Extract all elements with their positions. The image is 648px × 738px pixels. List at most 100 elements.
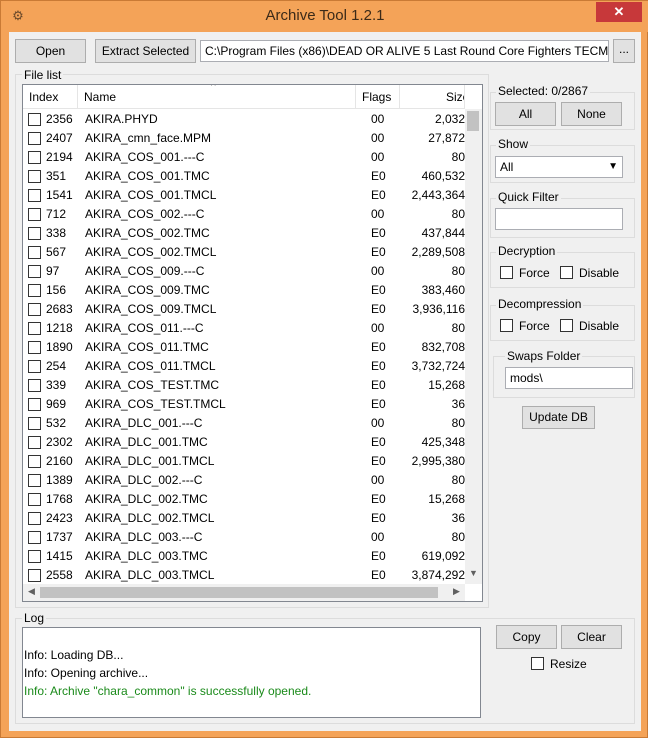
table-row[interactable]: 1389 AKIRA_DLC_002.---C 00 80	[23, 471, 465, 490]
row-index: 2558	[46, 568, 73, 582]
horizontal-scrollbar[interactable]: ◀ ▶	[23, 584, 465, 601]
row-size: 2,289,508	[411, 245, 465, 259]
row-checkbox[interactable]	[28, 360, 41, 373]
table-row[interactable]: 2423 AKIRA_DLC_002.TMCL E0 36	[23, 509, 465, 528]
table-row[interactable]: 2683 AKIRA_COS_009.TMCL E0 3,936,116	[23, 300, 465, 319]
row-checkbox[interactable]	[28, 132, 41, 145]
decryption-force-checkbox[interactable]	[500, 266, 513, 279]
browse-button[interactable]: ...	[613, 39, 635, 63]
show-dropdown[interactable]: All ▼	[495, 156, 623, 178]
swaps-folder-input[interactable]: mods\	[505, 367, 633, 389]
table-row[interactable]: 2407 AKIRA_cmn_face.MPM 00 27,872	[23, 129, 465, 148]
vertical-scrollbar[interactable]: ▼	[465, 109, 482, 584]
row-checkbox[interactable]	[28, 512, 41, 525]
row-checkbox[interactable]	[28, 170, 41, 183]
row-checkbox[interactable]	[28, 208, 41, 221]
row-size: 2,032	[434, 112, 465, 126]
open-button[interactable]: Open	[15, 39, 86, 63]
row-checkbox[interactable]	[28, 550, 41, 563]
row-checkbox[interactable]	[28, 151, 41, 164]
vertical-scroll-thumb[interactable]	[467, 111, 479, 131]
file-list[interactable]: Index Name ^ Flags Size 2356 AKIRA.PHYD 00…	[22, 84, 483, 602]
row-checkbox[interactable]	[28, 417, 41, 430]
table-row[interactable]: 97 AKIRA_COS_009.---C 00 80	[23, 262, 465, 281]
row-checkbox[interactable]	[28, 436, 41, 449]
table-row[interactable]: 1768 AKIRA_DLC_002.TMC E0 15,268	[23, 490, 465, 509]
scroll-right-icon[interactable]: ▶	[448, 586, 465, 597]
table-row[interactable]: 254 AKIRA_COS_011.TMCL E0 3,732,724	[23, 357, 465, 376]
row-name: AKIRA_DLC_001.---C	[85, 416, 203, 430]
row-name: AKIRA_COS_011.TMC	[85, 340, 209, 354]
row-checkbox[interactable]	[28, 113, 41, 126]
row-flags: 00	[371, 131, 385, 145]
table-row[interactable]: 2160 AKIRA_DLC_001.TMCL E0 2,995,380	[23, 452, 465, 471]
row-checkbox[interactable]	[28, 379, 41, 392]
row-flags: 00	[371, 150, 385, 164]
select-all-button[interactable]: All	[495, 102, 556, 126]
row-checkbox[interactable]	[28, 322, 41, 335]
table-row[interactable]: 532 AKIRA_DLC_001.---C 00 80	[23, 414, 465, 433]
row-checkbox[interactable]	[28, 474, 41, 487]
table-row[interactable]: 567 AKIRA_COS_002.TMCL E0 2,289,508	[23, 243, 465, 262]
scroll-down-icon[interactable]: ▼	[465, 568, 482, 578]
row-checkbox[interactable]	[28, 398, 41, 411]
row-index: 1541	[46, 188, 73, 202]
table-row[interactable]: 1218 AKIRA_COS_011.---C 00 80	[23, 319, 465, 338]
row-checkbox[interactable]	[28, 189, 41, 202]
decryption-disable-checkbox[interactable]	[560, 266, 573, 279]
row-checkbox[interactable]	[28, 284, 41, 297]
extract-selected-button[interactable]: Extract Selected	[95, 39, 196, 63]
update-db-button[interactable]: Update DB	[522, 406, 595, 429]
decompression-disable-label: Disable	[579, 319, 620, 333]
quick-filter-input[interactable]	[495, 208, 623, 230]
decompression-disable-checkbox[interactable]	[560, 319, 573, 332]
title-bar[interactable]: ⚙ Archive Tool 1.2.1 ✕	[1, 1, 648, 32]
row-index: 339	[46, 378, 67, 392]
table-row[interactable]: 1415 AKIRA_DLC_003.TMC E0 619,092	[23, 547, 465, 566]
table-row[interactable]: 2356 AKIRA.PHYD 00 2,032	[23, 110, 465, 129]
row-checkbox[interactable]	[28, 227, 41, 240]
table-row[interactable]: 2558 AKIRA_DLC_003.TMCL E0 3,874,292	[23, 566, 465, 585]
row-size: 36	[451, 397, 465, 411]
row-checkbox[interactable]	[28, 246, 41, 259]
row-checkbox[interactable]	[28, 265, 41, 278]
row-checkbox[interactable]	[28, 455, 41, 468]
row-name: AKIRA.PHYD	[85, 112, 158, 126]
row-size: 3,936,116	[412, 302, 466, 316]
table-row[interactable]: 2194 AKIRA_COS_001.---C 00 80	[23, 148, 465, 167]
row-name: AKIRA_DLC_003.TMCL	[85, 568, 215, 582]
table-row[interactable]: 2302 AKIRA_DLC_001.TMC E0 425,348	[23, 433, 465, 452]
row-checkbox[interactable]	[28, 531, 41, 544]
column-size[interactable]: Size	[400, 85, 465, 109]
clear-log-button[interactable]: Clear	[561, 625, 622, 649]
table-row[interactable]: 1541 AKIRA_COS_001.TMCL E0 2,443,364	[23, 186, 465, 205]
table-row[interactable]: 1890 AKIRA_COS_011.TMC E0 832,708	[23, 338, 465, 357]
row-index: 567	[46, 245, 67, 259]
table-row[interactable]: 339 AKIRA_COS_TEST.TMC E0 15,268	[23, 376, 465, 395]
archive-path-field[interactable]: C:\Program Files (x86)\DEAD OR ALIVE 5 L…	[200, 40, 609, 62]
row-checkbox[interactable]	[28, 569, 41, 582]
table-row[interactable]: 156 AKIRA_COS_009.TMC E0 383,460	[23, 281, 465, 300]
row-checkbox[interactable]	[28, 493, 41, 506]
horizontal-scroll-thumb[interactable]	[40, 587, 438, 598]
close-button[interactable]: ✕	[596, 2, 642, 22]
table-row[interactable]: 712 AKIRA_COS_002.---C 00 80	[23, 205, 465, 224]
log-output[interactable]: Info: Loading DB... Info: Opening archiv…	[22, 627, 481, 718]
row-flags: 00	[371, 264, 385, 278]
scroll-left-icon[interactable]: ◀	[23, 586, 40, 597]
table-row[interactable]: 351 AKIRA_COS_001.TMC E0 460,532	[23, 167, 465, 186]
column-flags[interactable]: Flags	[356, 85, 400, 109]
column-name[interactable]: Name	[78, 85, 356, 109]
table-row[interactable]: 1737 AKIRA_DLC_003.---C 00 80	[23, 528, 465, 547]
column-index[interactable]: Index	[23, 85, 78, 109]
row-checkbox[interactable]	[28, 341, 41, 354]
table-row[interactable]: 338 AKIRA_COS_002.TMC E0 437,844	[23, 224, 465, 243]
select-none-button[interactable]: None	[561, 102, 622, 126]
copy-log-button[interactable]: Copy	[496, 625, 557, 649]
resize-checkbox[interactable]	[531, 657, 544, 670]
client-area: Open Extract Selected C:\Program Files (…	[9, 32, 641, 731]
table-row[interactable]: 969 AKIRA_COS_TEST.TMCL E0 36	[23, 395, 465, 414]
row-flags: 00	[371, 530, 385, 544]
decompression-force-checkbox[interactable]	[500, 319, 513, 332]
row-checkbox[interactable]	[28, 303, 41, 316]
